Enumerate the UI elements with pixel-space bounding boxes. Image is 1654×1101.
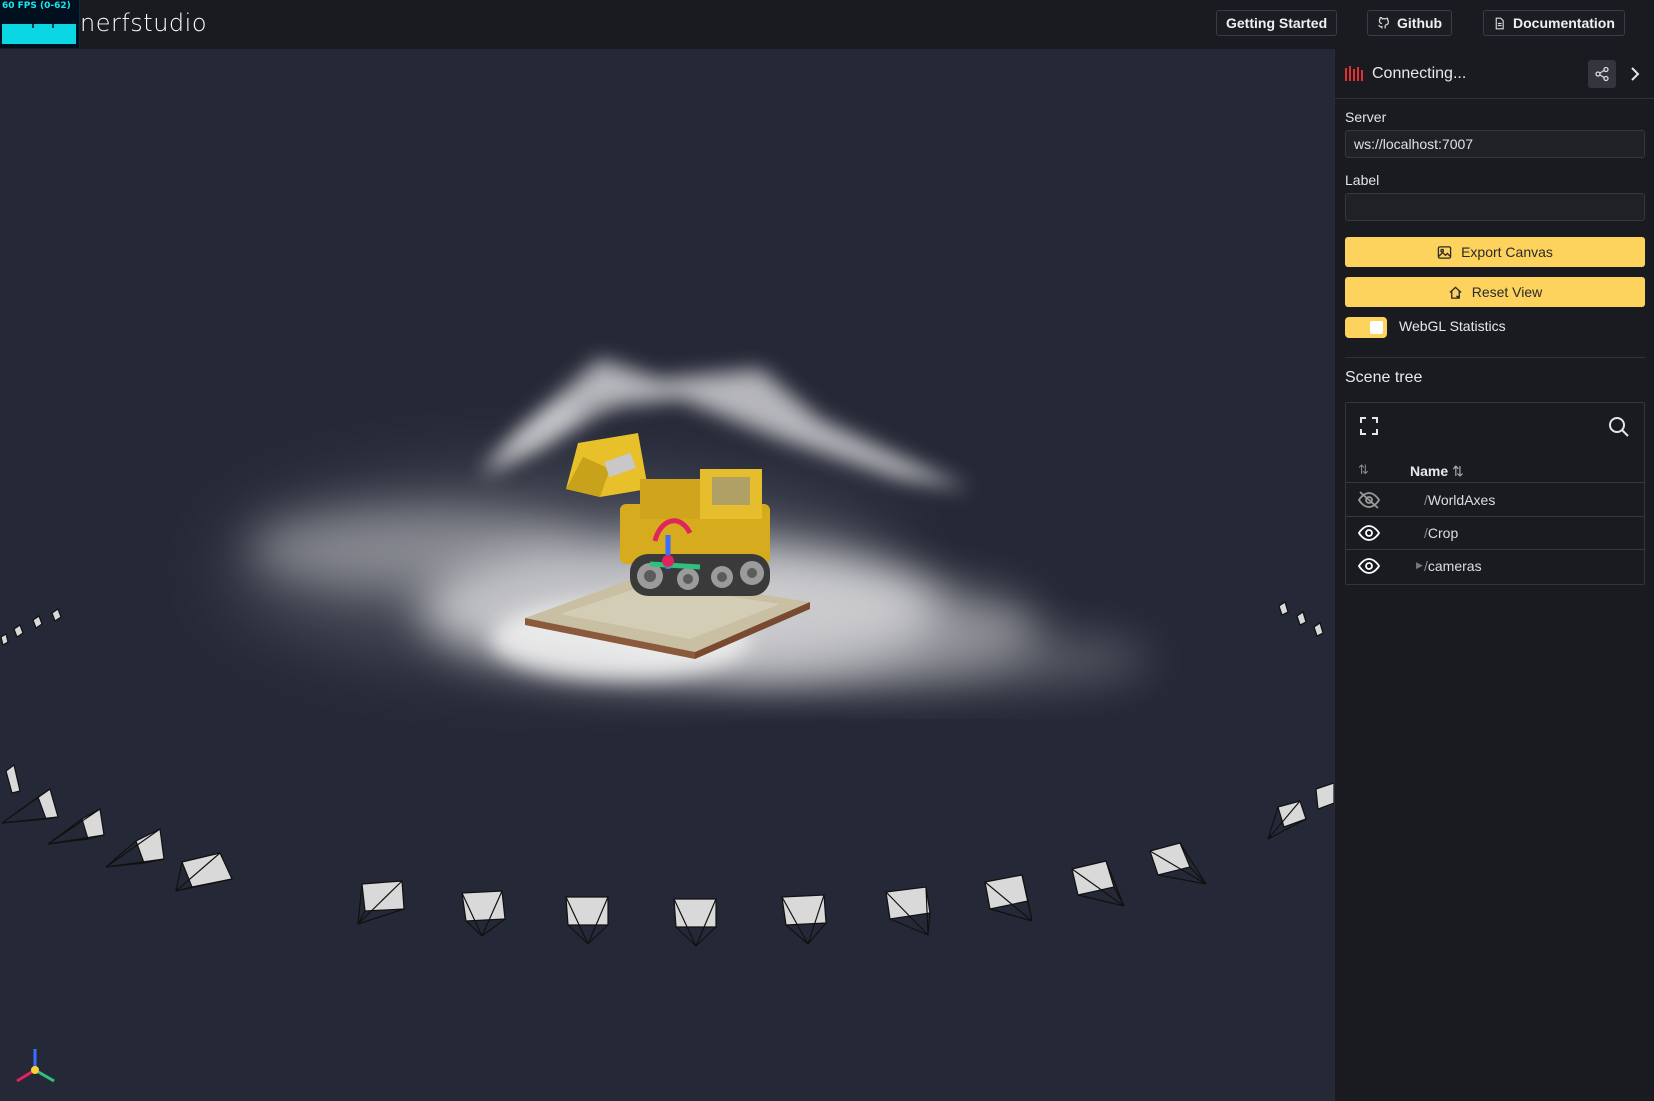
webgl-statistics-label: WebGL Statistics — [1399, 318, 1506, 334]
connection-status: Connecting... — [1372, 65, 1467, 82]
documentation-button[interactable]: Documentation — [1483, 10, 1625, 36]
getting-started-label: Getting Started — [1226, 15, 1328, 31]
frustum-group-left — [1, 763, 233, 892]
github-icon — [1378, 16, 1389, 28]
scene-render — [0, 359, 1334, 1083]
scene-tree: ⇅ Name ⇅ /WorldAxes /Crop ▶ /cameras — [1345, 402, 1645, 585]
label-input[interactable] — [1345, 193, 1645, 221]
export-canvas-label: Export Canvas — [1461, 244, 1553, 260]
label-label: Label — [1345, 172, 1380, 188]
webgl-statistics-toggle[interactable] — [1345, 317, 1387, 338]
share-icon — [1595, 66, 1609, 82]
github-label: Github — [1397, 15, 1443, 31]
name-column-header[interactable]: Name ⇅ — [1410, 463, 1464, 480]
tree-row-worldaxes[interactable]: /WorldAxes — [1346, 484, 1644, 517]
reset-view-button[interactable]: Reset View — [1345, 277, 1645, 307]
tree-row-cameras[interactable]: ▶ /cameras — [1346, 550, 1644, 583]
share-button[interactable] — [1588, 60, 1616, 88]
tree-row-name: WorldAxes — [1427, 492, 1496, 508]
divider — [1345, 357, 1645, 358]
scene-tree-title: Scene tree — [1345, 369, 1423, 386]
expand-all-icon[interactable] — [1358, 415, 1380, 437]
document-icon — [1495, 17, 1504, 29]
eye-icon[interactable] — [1358, 557, 1380, 575]
tree-row-label: /Crop — [1424, 525, 1459, 541]
collapse-panel-button[interactable] — [1625, 62, 1645, 86]
fps-label: 60 FPS (0-62) — [2, 1, 71, 11]
github-button[interactable]: Github — [1367, 10, 1453, 36]
export-canvas-button[interactable]: Export Canvas — [1345, 237, 1645, 267]
server-input[interactable]: ws://localhost:7007 — [1345, 130, 1645, 158]
search-icon[interactable] — [1608, 416, 1630, 438]
sort-visibility-icon[interactable]: ⇅ — [1358, 462, 1369, 478]
reset-view-label: Reset View — [1471, 284, 1543, 300]
fps-graph — [2, 24, 76, 44]
frustum-group-front — [357, 782, 1334, 947]
chevron-right-icon — [1631, 67, 1640, 81]
tree-row-label: /cameras — [1424, 558, 1482, 574]
tree-row-label: /WorldAxes — [1424, 492, 1496, 508]
server-label: Server — [1345, 109, 1387, 125]
tree-row-name: cameras — [1427, 558, 1482, 574]
getting-started-button[interactable]: Getting Started — [1216, 10, 1338, 36]
scene-tree-header: ⇅ Name ⇅ — [1346, 457, 1644, 483]
top-bar: 60 FPS (0-62) nerfstudio Getting Started… — [0, 0, 1654, 49]
eye-icon[interactable] — [1358, 524, 1380, 542]
fps-monitor[interactable]: 60 FPS (0-62) — [0, 0, 80, 48]
axes-triad-icon — [16, 1049, 55, 1083]
expand-caret-icon[interactable]: ▶ — [1416, 560, 1423, 571]
tree-row-name: Crop — [1427, 525, 1459, 541]
connection-status-icon — [1345, 66, 1363, 81]
name-column-label: Name — [1410, 463, 1449, 479]
toggle-knob — [1370, 321, 1383, 334]
documentation-label: Documentation — [1513, 15, 1615, 31]
control-panel: Connecting... Server ws://localhost:7007… — [1334, 49, 1654, 1101]
connection-header: Connecting... — [1335, 49, 1654, 99]
nerfstudio-logo: nerfstudio — [80, 9, 208, 37]
3d-viewport[interactable] — [0, 49, 1334, 1101]
eye-off-icon[interactable] — [1358, 491, 1380, 509]
sort-name-icon: ⇅ — [1452, 463, 1464, 479]
tree-row-crop[interactable]: /Crop — [1346, 517, 1644, 550]
image-icon — [1437, 245, 1452, 259]
home-icon — [1449, 285, 1462, 299]
